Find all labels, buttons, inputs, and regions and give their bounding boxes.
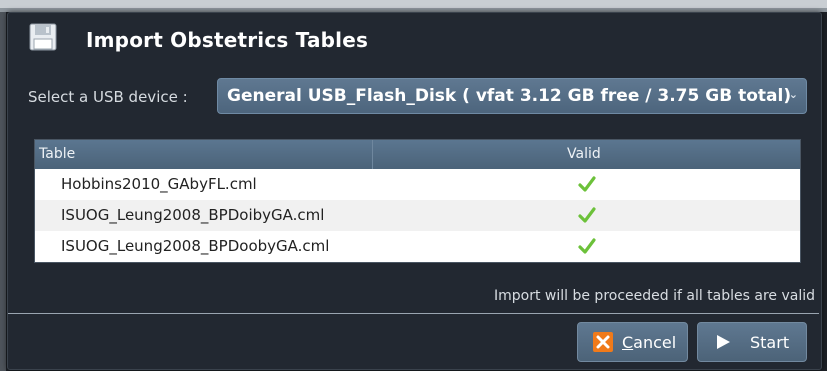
close-icon <box>593 332 613 352</box>
usb-device-value: General USB_Flash_Disk ( vfat 3.12 GB fr… <box>227 86 792 106</box>
validation-hint: Import will be proceeded if all tables a… <box>494 288 815 304</box>
chevron-down-icon: ⌄ <box>788 88 798 101</box>
check-icon <box>578 176 596 192</box>
cancel-button[interactable]: Cancel <box>577 322 688 362</box>
table-name-cell: Hobbins2010_GAbyFL.cml <box>61 175 257 193</box>
dialog-title: Import Obstetrics Tables <box>86 28 369 52</box>
footer-divider <box>8 313 819 314</box>
usb-device-label: Select a USB device : <box>28 88 188 106</box>
play-icon <box>717 335 730 349</box>
floppy-disk-icon <box>29 23 57 51</box>
background-left-panel <box>0 12 6 371</box>
table-header: Table Valid <box>35 140 800 169</box>
start-button-label: Start <box>750 333 790 352</box>
start-button[interactable]: Start <box>697 322 807 362</box>
table-name-cell: ISUOG_Leung2008_BPDoobyGA.cml <box>61 237 330 255</box>
column-header-table[interactable]: Table <box>39 146 75 162</box>
usb-device-select[interactable]: General USB_Flash_Disk ( vfat 3.12 GB fr… <box>217 78 807 114</box>
table-row[interactable]: Hobbins2010_GAbyFL.cml <box>35 169 800 200</box>
background-window-edge <box>0 0 827 8</box>
tables-table: Table Valid Hobbins2010_GAbyFL.cml ISUOG… <box>34 139 801 263</box>
table-row[interactable]: ISUOG_Leung2008_BPDoibyGA.cml <box>35 200 800 231</box>
check-icon <box>578 207 596 223</box>
column-divider <box>372 140 373 169</box>
column-header-valid[interactable]: Valid <box>567 146 601 162</box>
table-name-cell: ISUOG_Leung2008_BPDoibyGA.cml <box>61 206 325 224</box>
check-icon <box>578 238 596 254</box>
cancel-button-label: Cancel <box>622 333 677 352</box>
table-row[interactable]: ISUOG_Leung2008_BPDoobyGA.cml <box>35 231 800 262</box>
